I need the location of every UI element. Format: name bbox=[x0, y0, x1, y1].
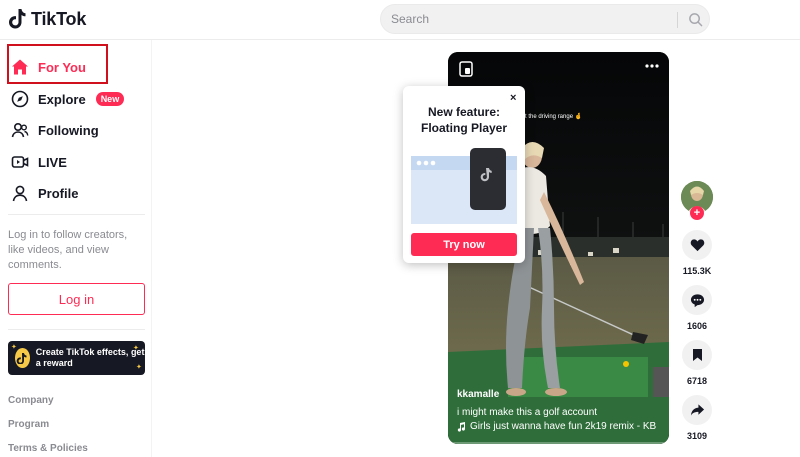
logo-text: TikTok bbox=[31, 8, 87, 29]
nav-label: Explore bbox=[38, 91, 86, 107]
like-button[interactable] bbox=[682, 230, 712, 260]
divider bbox=[8, 329, 145, 330]
nav-profile[interactable]: Profile bbox=[8, 178, 145, 208]
comment-icon bbox=[690, 293, 704, 307]
popup-title-line1: New feature: bbox=[427, 105, 501, 119]
nav-label: Profile bbox=[38, 185, 79, 201]
footer-link-company[interactable]: Company bbox=[8, 395, 54, 406]
effects-icon bbox=[15, 348, 30, 368]
sidebar: For You Explore New Following LIVE Profi… bbox=[0, 40, 152, 457]
video-music[interactable]: Girls just wanna have fun 2k19 remix - K… bbox=[457, 421, 656, 432]
like-count: 115.3K bbox=[682, 266, 712, 276]
save-button[interactable] bbox=[682, 340, 712, 370]
new-badge: New bbox=[95, 92, 125, 106]
nav-for-you[interactable]: For You bbox=[8, 52, 145, 82]
music-note-icon bbox=[457, 421, 465, 432]
search-bar bbox=[380, 4, 710, 34]
sparkle-icon: ✦ bbox=[136, 364, 142, 371]
search-icon bbox=[688, 12, 702, 26]
sparkle-icon: ✦ bbox=[133, 345, 139, 352]
home-icon bbox=[10, 57, 30, 77]
save-action[interactable]: 6718 bbox=[681, 340, 713, 386]
share-button[interactable] bbox=[682, 395, 712, 425]
nav-explore[interactable]: Explore New bbox=[8, 84, 145, 114]
effects-banner-text: Create TikTok effects, get a reward bbox=[35, 347, 145, 368]
search-button[interactable] bbox=[683, 8, 707, 30]
top-bar: TikTok bbox=[0, 0, 800, 40]
nav-label: Following bbox=[38, 122, 99, 138]
popup-title: New feature: Floating Player bbox=[403, 104, 525, 136]
video-progress-bar[interactable] bbox=[448, 442, 669, 444]
search-divider bbox=[677, 12, 678, 28]
comment-action[interactable]: 1606 bbox=[681, 285, 713, 331]
comment-button[interactable] bbox=[682, 285, 712, 315]
music-title: Girls just wanna have fun 2k19 remix - K… bbox=[470, 421, 657, 432]
footer-link-terms[interactable]: Terms & Policies bbox=[8, 443, 88, 454]
video-description: i might make this a golf account bbox=[457, 407, 598, 418]
tiktok-logo[interactable]: TikTok bbox=[8, 8, 86, 30]
share-icon bbox=[690, 404, 704, 416]
footer-link-program[interactable]: Program bbox=[8, 419, 49, 430]
comment-count: 1606 bbox=[686, 321, 708, 331]
nav-label: LIVE bbox=[38, 154, 67, 170]
popup-title-line2: Floating Player bbox=[420, 121, 508, 135]
live-icon bbox=[10, 152, 30, 172]
nav-following[interactable]: Following bbox=[8, 115, 145, 145]
nav-live[interactable]: LIVE bbox=[8, 147, 145, 177]
nav-label: For You bbox=[38, 59, 86, 75]
divider bbox=[8, 214, 145, 215]
try-now-button[interactable]: Try now bbox=[411, 233, 517, 256]
floating-player-popup: × New feature: Floating Player Try now bbox=[403, 86, 525, 263]
compass-icon bbox=[10, 89, 30, 109]
search-input[interactable] bbox=[391, 5, 671, 33]
like-action[interactable]: 115.3K bbox=[681, 230, 713, 276]
tiktok-logo-icon bbox=[9, 9, 26, 29]
more-options-icon[interactable] bbox=[645, 64, 659, 68]
profile-icon bbox=[10, 183, 30, 203]
creator-avatar[interactable]: + bbox=[681, 181, 713, 221]
share-count: 3109 bbox=[686, 431, 708, 441]
follow-plus-icon[interactable]: + bbox=[690, 206, 704, 220]
share-action[interactable]: 3109 bbox=[681, 395, 713, 441]
people-icon bbox=[10, 120, 30, 140]
floating-player-illustration bbox=[411, 148, 517, 224]
login-prompt: Log in to follow creators, like videos, … bbox=[8, 229, 128, 271]
login-button[interactable]: Log in bbox=[8, 283, 145, 315]
close-icon[interactable]: × bbox=[510, 93, 516, 104]
bookmark-icon bbox=[692, 349, 702, 361]
sparkle-icon: ✦ bbox=[11, 344, 17, 351]
heart-icon bbox=[690, 239, 704, 252]
effects-banner[interactable]: Create TikTok effects, get a reward ✦ ✦ … bbox=[8, 341, 145, 375]
video-username[interactable]: kkamalle bbox=[457, 389, 499, 400]
save-count: 6718 bbox=[686, 376, 708, 386]
floating-player-icon[interactable] bbox=[459, 61, 473, 77]
